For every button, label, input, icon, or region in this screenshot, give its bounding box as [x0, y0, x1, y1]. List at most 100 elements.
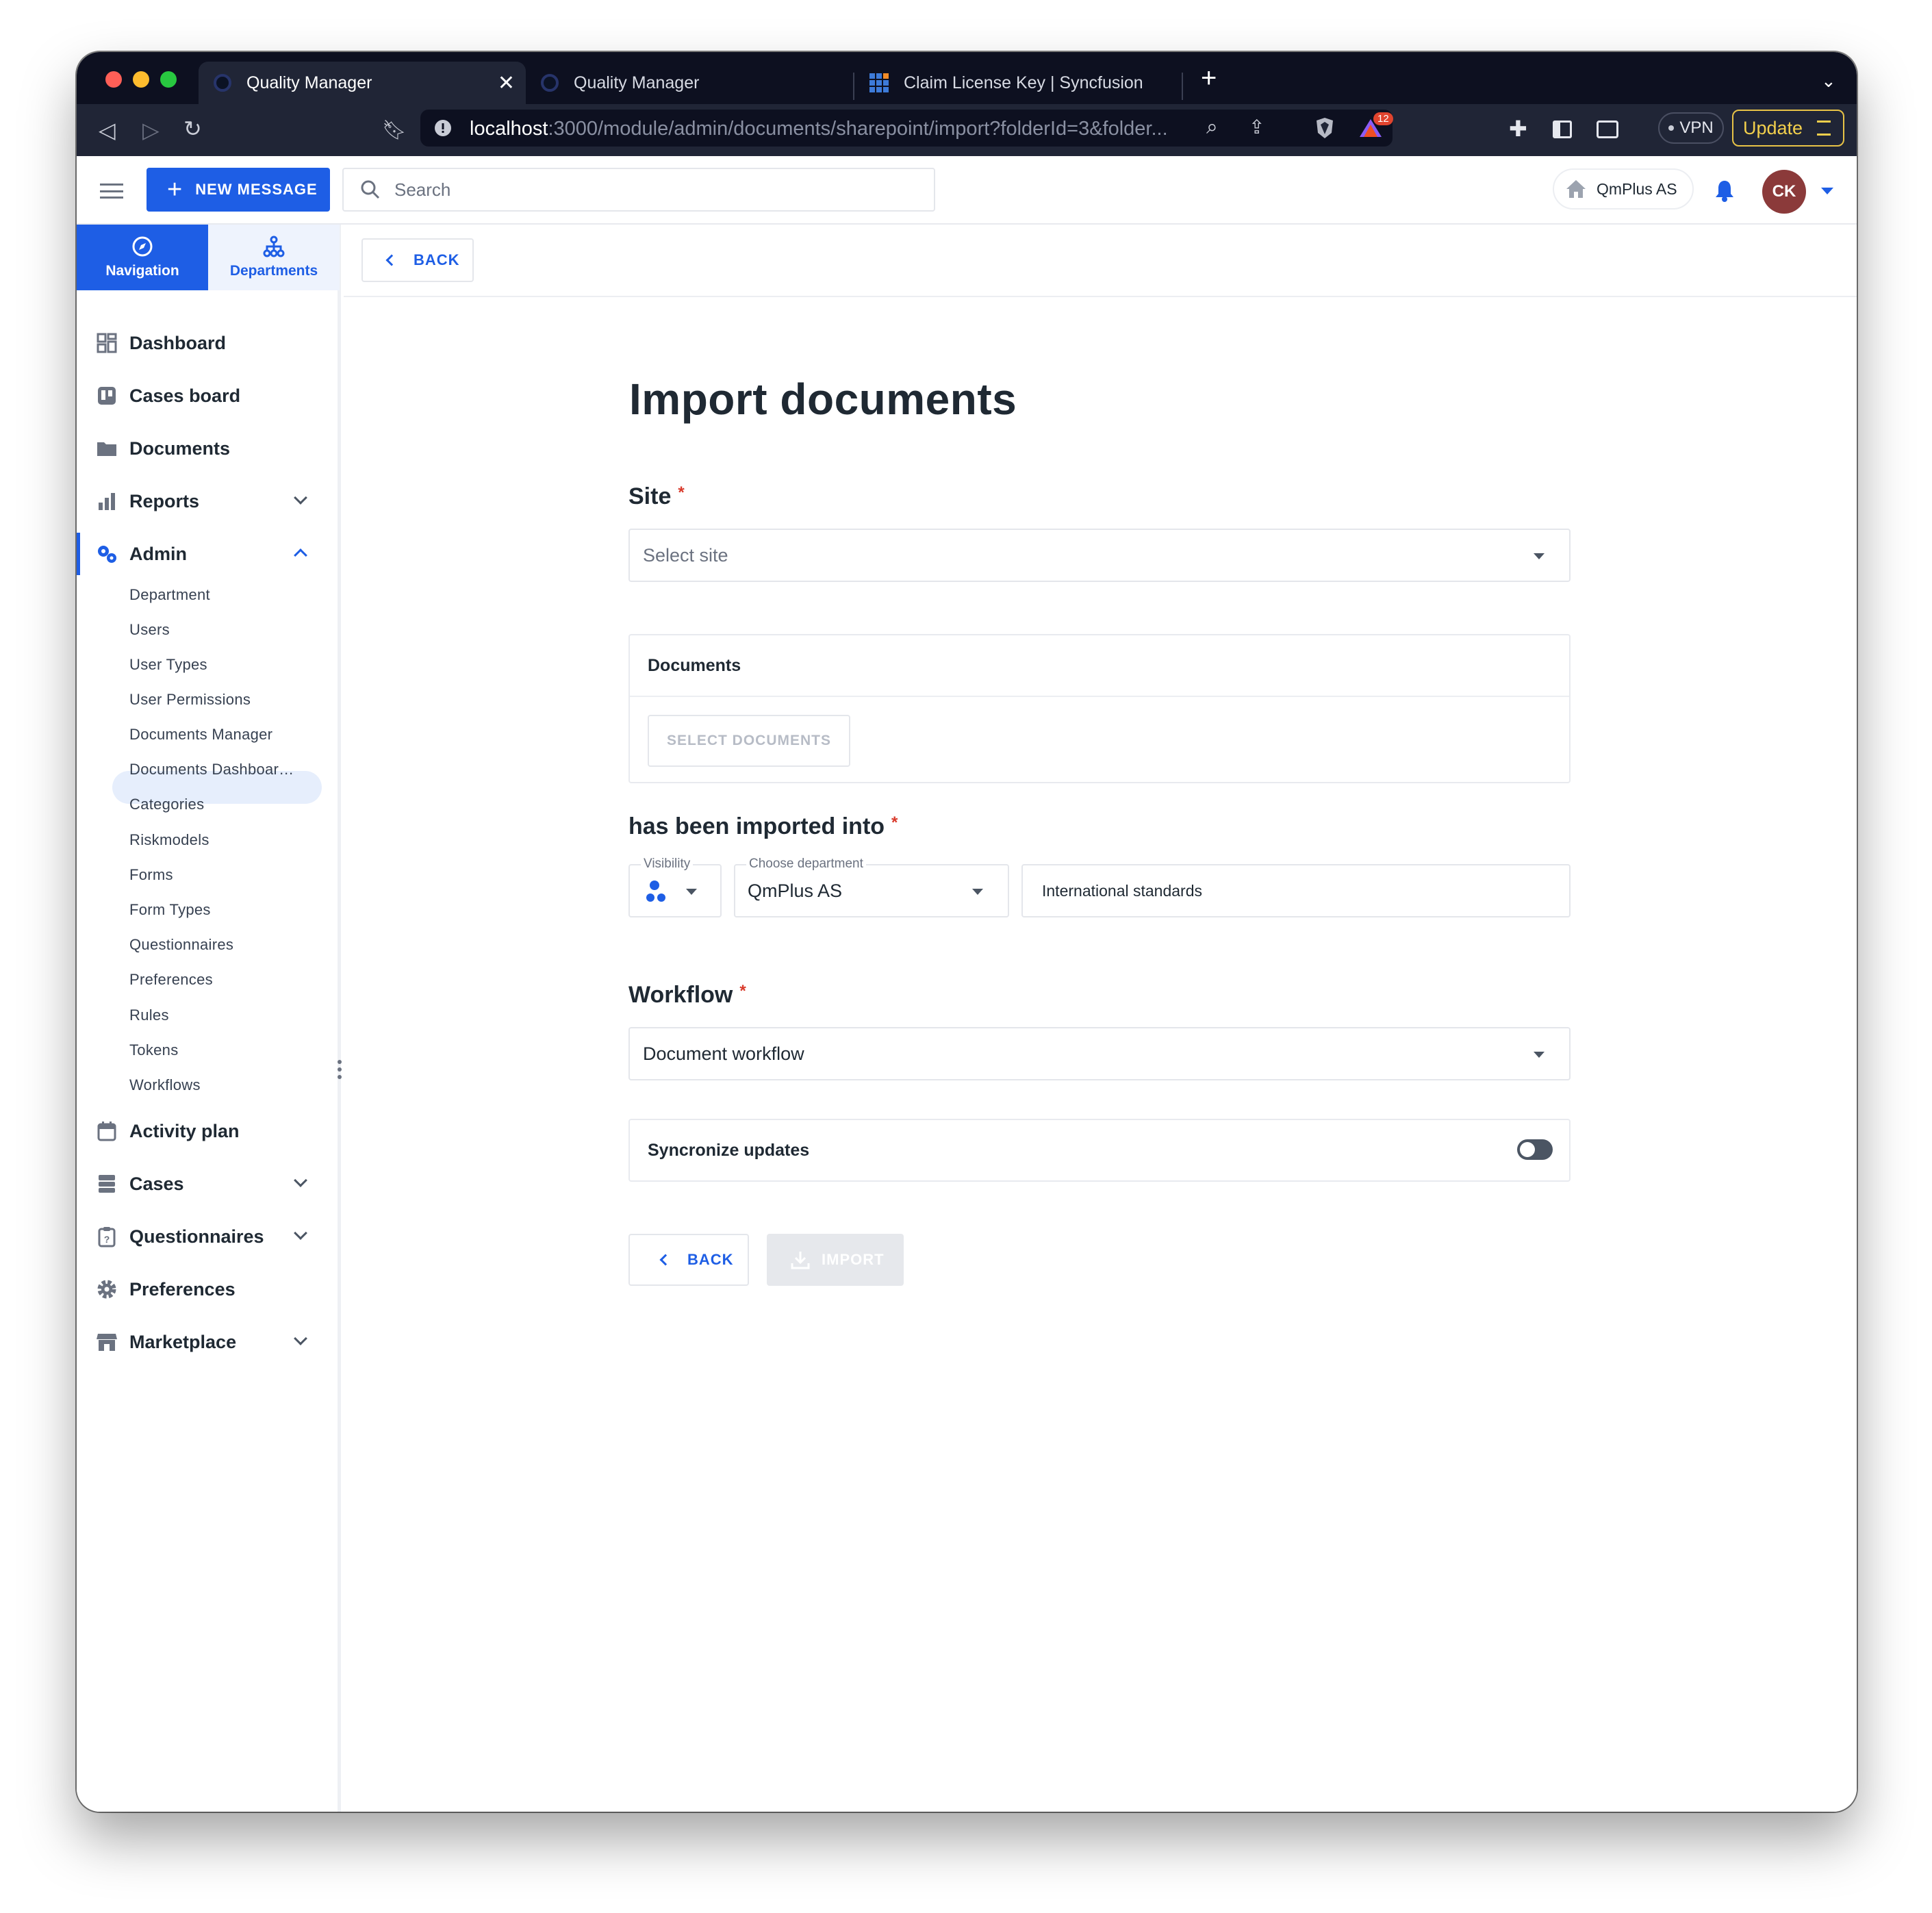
gear-icon: [97, 1280, 116, 1299]
workflow-field-label: Workflow *: [628, 982, 746, 1008]
chevron-left-icon: [659, 1254, 672, 1266]
chevron-down-icon[interactable]: [294, 1332, 307, 1345]
admin-subitem-questionnaires[interactable]: Questionnaires: [129, 936, 233, 954]
admin-subitem-tokens[interactable]: Tokens: [129, 1041, 179, 1059]
sidebar-item-activity-plan[interactable]: Activity plan: [77, 1111, 340, 1152]
sidebar-item-documents[interactable]: Documents: [77, 428, 340, 469]
visibility-select[interactable]: Visibility: [628, 857, 722, 917]
sidebar-item-marketplace[interactable]: Marketplace: [77, 1321, 340, 1363]
admin-subitem-users[interactable]: Users: [129, 621, 170, 639]
browser-tab-2[interactable]: Quality Manager: [526, 62, 853, 104]
site-info-icon[interactable]: [434, 119, 452, 137]
sidebar-item-cases[interactable]: Cases: [77, 1163, 340, 1204]
company-chip[interactable]: QmPlus AS: [1553, 168, 1694, 210]
org-chart-icon: [263, 236, 285, 257]
wallet-icon[interactable]: [1597, 121, 1618, 138]
admin-subitem-riskmodels[interactable]: Riskmodels: [129, 831, 209, 849]
notifications-bell-icon[interactable]: [1714, 179, 1735, 202]
user-menu-chevron-icon[interactable]: [1821, 188, 1833, 194]
sidebar-item-dashboard[interactable]: Dashboard: [77, 322, 340, 364]
imported-into-label: has been imported into *: [628, 813, 898, 839]
tab-navigation[interactable]: Navigation: [77, 225, 208, 290]
new-message-button[interactable]: + NEW MESSAGE: [147, 168, 330, 212]
tab-departments[interactable]: Departments: [208, 225, 340, 290]
reload-icon[interactable]: ↻: [183, 118, 202, 140]
sidebar-toggle-icon[interactable]: [1553, 121, 1572, 138]
update-button[interactable]: Update: [1732, 110, 1844, 147]
back-label: BACK: [687, 1251, 734, 1268]
admin-subitem-categories[interactable]: Categories: [129, 796, 204, 813]
back-nav-icon[interactable]: ◁: [99, 119, 116, 141]
share-icon[interactable]: ⇪: [1249, 116, 1264, 138]
search-input[interactable]: Search: [342, 168, 935, 212]
sidebar-item-questionnaires[interactable]: ? Questionnaires: [77, 1216, 340, 1257]
browser-tab-3[interactable]: Claim License Key | Syncfusion: [854, 62, 1182, 104]
zoom-window-dot[interactable]: [160, 71, 177, 88]
zoom-icon[interactable]: ⌕: [1206, 116, 1218, 138]
department-select[interactable]: Choose department QmPlus AS: [734, 857, 1009, 917]
user-avatar[interactable]: CK: [1762, 170, 1806, 214]
update-label: Update: [1743, 117, 1803, 138]
chevron-down-icon[interactable]: [294, 491, 307, 505]
hamburger-menu-icon[interactable]: [100, 183, 123, 199]
sidebar-item-admin[interactable]: Admin: [77, 533, 340, 574]
chevron-down-icon[interactable]: [294, 1174, 307, 1187]
admin-subitem-department[interactable]: Department: [129, 586, 210, 604]
admin-subitem-user-permissions[interactable]: User Permissions: [129, 691, 251, 709]
chevron-up-icon[interactable]: [294, 548, 307, 562]
bar-chart-icon: [99, 493, 115, 510]
extensions-puzzle-icon[interactable]: ✚: [1509, 118, 1527, 140]
browser-tab-1[interactable]: Quality Manager ✕: [199, 62, 526, 104]
bookmark-icon[interactable]: 🔖︎: [382, 119, 407, 141]
admin-subitem-preferences[interactable]: Preferences: [129, 971, 213, 989]
visibility-group-icon: [646, 881, 665, 902]
close-window-dot[interactable]: [105, 71, 122, 88]
sidebar-item-label: Questionnaires: [129, 1226, 264, 1247]
sidebar-item-label: Admin: [129, 543, 187, 564]
compass-icon: [132, 236, 153, 257]
new-tab-icon[interactable]: +: [1201, 64, 1217, 92]
admin-subitem-documents-manager[interactable]: Documents Manager: [129, 726, 272, 744]
admin-subitem-workflows[interactable]: Workflows: [129, 1076, 201, 1094]
rewards-badge: 12: [1373, 112, 1393, 125]
forward-nav-icon[interactable]: ▷: [142, 119, 160, 141]
dropdown-arrow-icon: [1534, 1052, 1545, 1058]
close-tab-icon[interactable]: ✕: [498, 71, 515, 95]
workflow-select[interactable]: Document workflow: [628, 1027, 1571, 1080]
admin-subitem-rules[interactable]: Rules: [129, 1006, 169, 1024]
url-text: localhost:3000/module/admin/documents/sh…: [470, 118, 1168, 140]
menu-lines-icon: [1817, 121, 1831, 136]
address-bar[interactable]: localhost:3000/module/admin/documents/sh…: [420, 110, 1393, 147]
sidebar-item-label: Reports: [129, 490, 200, 511]
back-button-bottom[interactable]: BACK: [628, 1234, 749, 1286]
sidebar: Navigation Departments Dashboard Cases b…: [77, 225, 342, 1812]
minimize-window-dot[interactable]: [133, 71, 149, 88]
required-mark: *: [678, 483, 685, 502]
chevron-down-icon[interactable]: [294, 1226, 307, 1240]
back-button-top[interactable]: BACK: [361, 238, 474, 282]
sidebar-item-preferences[interactable]: Preferences: [77, 1269, 340, 1310]
admin-subitem-documents-dashboard[interactable]: Documents Dashboar…: [129, 761, 294, 778]
brave-shield-icon[interactable]: [1314, 116, 1335, 140]
vpn-button[interactable]: VPN: [1658, 112, 1724, 144]
folder-field[interactable]: International standards: [1021, 864, 1571, 917]
dropdown-arrow-icon: [972, 889, 983, 895]
sync-updates-toggle[interactable]: [1517, 1139, 1553, 1160]
import-button[interactable]: IMPORT: [767, 1234, 904, 1286]
admin-subitem-forms[interactable]: Forms: [129, 866, 173, 884]
quality-manager-favicon-icon: [214, 74, 231, 92]
select-documents-button[interactable]: SELECT DOCUMENTS: [648, 715, 850, 767]
syncfusion-favicon-icon: [869, 73, 889, 92]
documents-card: Documents SELECT DOCUMENTS: [628, 634, 1571, 783]
calendar-icon: [97, 1122, 116, 1141]
search-icon: [361, 180, 380, 199]
tab-list-chevron-icon[interactable]: ⌄: [1821, 70, 1836, 92]
site-select[interactable]: Select site: [628, 529, 1571, 582]
admin-subitem-user-types[interactable]: User Types: [129, 656, 207, 674]
import-label: IMPORT: [822, 1251, 885, 1268]
admin-subitem-form-types[interactable]: Form Types: [129, 901, 211, 919]
sync-updates-card: Syncronize updates: [628, 1119, 1571, 1182]
sidebar-item-cases-board[interactable]: Cases board: [77, 375, 340, 416]
sidebar-item-reports[interactable]: Reports: [77, 481, 340, 522]
sidebar-resize-handle-icon[interactable]: [338, 1060, 342, 1082]
